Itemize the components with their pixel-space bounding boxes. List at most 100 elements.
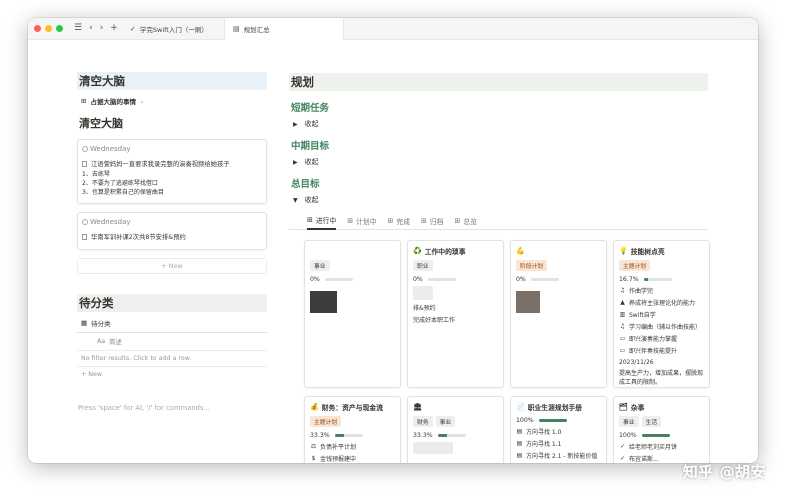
tag: 阶段计划 [516,260,548,271]
tab-label: 规划汇总 [243,26,270,34]
progress-text: 0% [516,276,526,283]
tab-label: 归档 [429,218,444,226]
gallery-card[interactable]: 事业 0% [304,240,401,388]
mid-term-toggle[interactable]: ▶ 收起 [289,157,708,167]
progress: 33.3% [413,432,498,439]
page-icon: ▤ [516,452,523,459]
card-line: 即兴演奏能力掌握 [629,336,678,343]
minimize-window-button[interactable] [45,25,52,32]
gallery-card[interactable]: 💡 技能树点亮 主题计划 16.7% ♫ 作曲学完 ▲ 养成将主张理论化的能力 ▥ Sw… [613,240,710,388]
card-line: 给老师老刘买月饼 [629,444,678,451]
menu-icon[interactable]: ☰ [74,24,82,33]
card-title: 技能树点亮 [630,248,665,256]
mortarboard-icon: ▲ [620,299,625,306]
clock-icon [82,146,88,152]
gallery-icon: ⊞ [347,217,354,225]
card-line: 1、去练琴 [82,171,110,178]
page-icon [82,233,87,240]
card-day: Wednesday [90,218,131,226]
recycle-icon: ♻️ [413,247,422,255]
pending-heading: 待分类 [77,294,267,312]
view-tabs: ⊞ 进行中 ⊞ 计划中 ⊞ 完成 ⊞ 归档 ⊞ 总览 [289,213,708,230]
tag: 事业 [435,416,456,427]
progress-fill [437,434,447,437]
money-bag-icon: 💰 [310,403,319,411]
overall-goal-heading: 总目标 [291,179,320,190]
overall-goal-toggle[interactable]: ▼ 收起 [289,195,708,205]
tag: 生活 [641,416,662,427]
tag: 财务 [413,416,433,427]
cover-image [516,291,540,313]
tag: 事业 [310,260,330,271]
triangle-right-icon: ▶ [293,120,298,128]
db-view-selector[interactable]: ⊞ 占据大脑的事情 ⌄ [77,96,267,106]
text-property-icon: Aa [97,338,106,345]
card-line: 养成将主张理论化的能力 [629,300,696,307]
gallery-icon: ⊞ [421,217,427,225]
table-header[interactable]: Aa 简述 [77,333,267,351]
empty-table-message[interactable]: No filter results. Click to add a row. [77,351,267,367]
short-term-toggle[interactable]: ▶ 收起 [289,119,708,129]
plan-heading: 规划 [289,73,708,91]
back-arrow-icon[interactable]: ‹ [89,24,93,33]
brain-card[interactable]: Wednesday 华南军训补课2次共8节安排&预约 [77,212,267,250]
gallery-icon: ⊞ [387,217,394,225]
forward-arrow-icon[interactable]: › [100,24,104,33]
gallery-card[interactable]: ♻️ 工作中的琐事 职业 0% 排&预约 完成好本职工作 [407,240,504,388]
tab-label: 完成 [396,218,410,226]
pending-db-tab[interactable]: ▦ 待分类 [77,318,267,333]
new-row-button[interactable]: + New [77,367,267,378]
tab-swift[interactable]: ✓ 学完Swift入门（一刷） [122,18,232,40]
tab-archive[interactable]: ⊞ 归档 [421,213,443,230]
progress-text: 0% [310,276,320,283]
gallery-card[interactable]: 🏛 财务 事业 33.3% [407,396,504,463]
card-title: 职业生涯规划手册 [527,404,583,412]
gallery-card[interactable]: 💪 阶段计划 0% [510,240,607,388]
check-icon: ✓ [619,455,626,462]
card-line: 布宜诺斯... [629,456,659,463]
tab-in-progress[interactable]: ⊞ 进行中 [307,213,337,230]
gallery-icon: ⊞ [81,97,87,105]
building-icon: ▥ [619,311,626,318]
table-icon: ▦ [81,319,88,327]
new-tab-icon[interactable]: + [110,24,118,33]
tag: 主题计划 [310,416,342,427]
card-title: 江语萱妈妈一直要求我录完整的演奏视频给她孩子 [91,161,230,168]
progress-text: 16.7% [619,276,639,283]
tab-planned[interactable]: ⊞ 计划中 [347,213,376,230]
zoom-window-button[interactable] [56,25,63,32]
short-term-heading: 短期任务 [291,103,330,114]
tag: 主题计划 [619,260,651,271]
close-window-button[interactable] [34,25,41,32]
brain-card[interactable]: Wednesday 江语萱妈妈一直要求我录完整的演奏视频给她孩子 1、去练琴 2… [77,139,267,204]
page-icon: ▤ [516,428,523,435]
gallery-card[interactable]: 📄 职业生涯规划手册 100% ▤ 方向寻找 1.0 ▤ 方向寻找 1.1 ▤ 方向寻找… [510,396,607,463]
card-line: 方向寻找 2.1 - 新技能价值 [526,453,598,460]
tab-overview[interactable]: ⊞ 总览 [454,213,476,230]
new-card-button[interactable]: + New [77,258,267,274]
card-day: Wednesday [90,145,131,153]
gallery-card[interactable]: 🗂 杂事 事业 生活 100% ✓ 给老师老刘买月饼 ✓ 布宜诺斯... [613,396,710,463]
triangle-down-icon: ▼ [293,196,298,204]
tab-done[interactable]: ⊞ 完成 [388,213,410,230]
scale-icon: ⚖ [310,443,317,450]
tag: 事业 [619,416,639,427]
db-view-label: 占据大脑的事情 [90,98,136,106]
gallery-card[interactable]: 💰 财务：资产与现金流 主题计划 33.3% ⚖ 负债补平计划 $ 金钱预报建中 [304,396,401,463]
card-line: Swift自学 [629,312,656,319]
card-line: 完成好本职工作 [413,317,456,324]
command-prompt[interactable]: Press 'space' for AI, '/' for commands..… [77,404,267,412]
card-title: 财务：资产与现金流 [321,404,383,412]
progress-text: 0% [413,276,423,283]
tab-plan-summary[interactable]: ▤ 规划汇总 [224,18,344,40]
folder-icon: 🗂 [619,403,628,411]
brain-dump-heading: 清空大脑 [77,72,267,90]
tab-label: 进行中 [315,217,337,225]
check-icon: ✓ [619,443,626,450]
progress: 33.3% [310,432,395,439]
card-title: 工作中的琐事 [424,248,466,256]
blurred-item [413,286,433,300]
piano-icon: ▭ [619,347,626,354]
app-window: ☰ ‹ › + ✓ 学完Swift入门（一刷） ▤ 规划汇总 清空大脑 ⊞ 占据… [28,18,758,463]
tab-label: 总览 [463,218,477,226]
